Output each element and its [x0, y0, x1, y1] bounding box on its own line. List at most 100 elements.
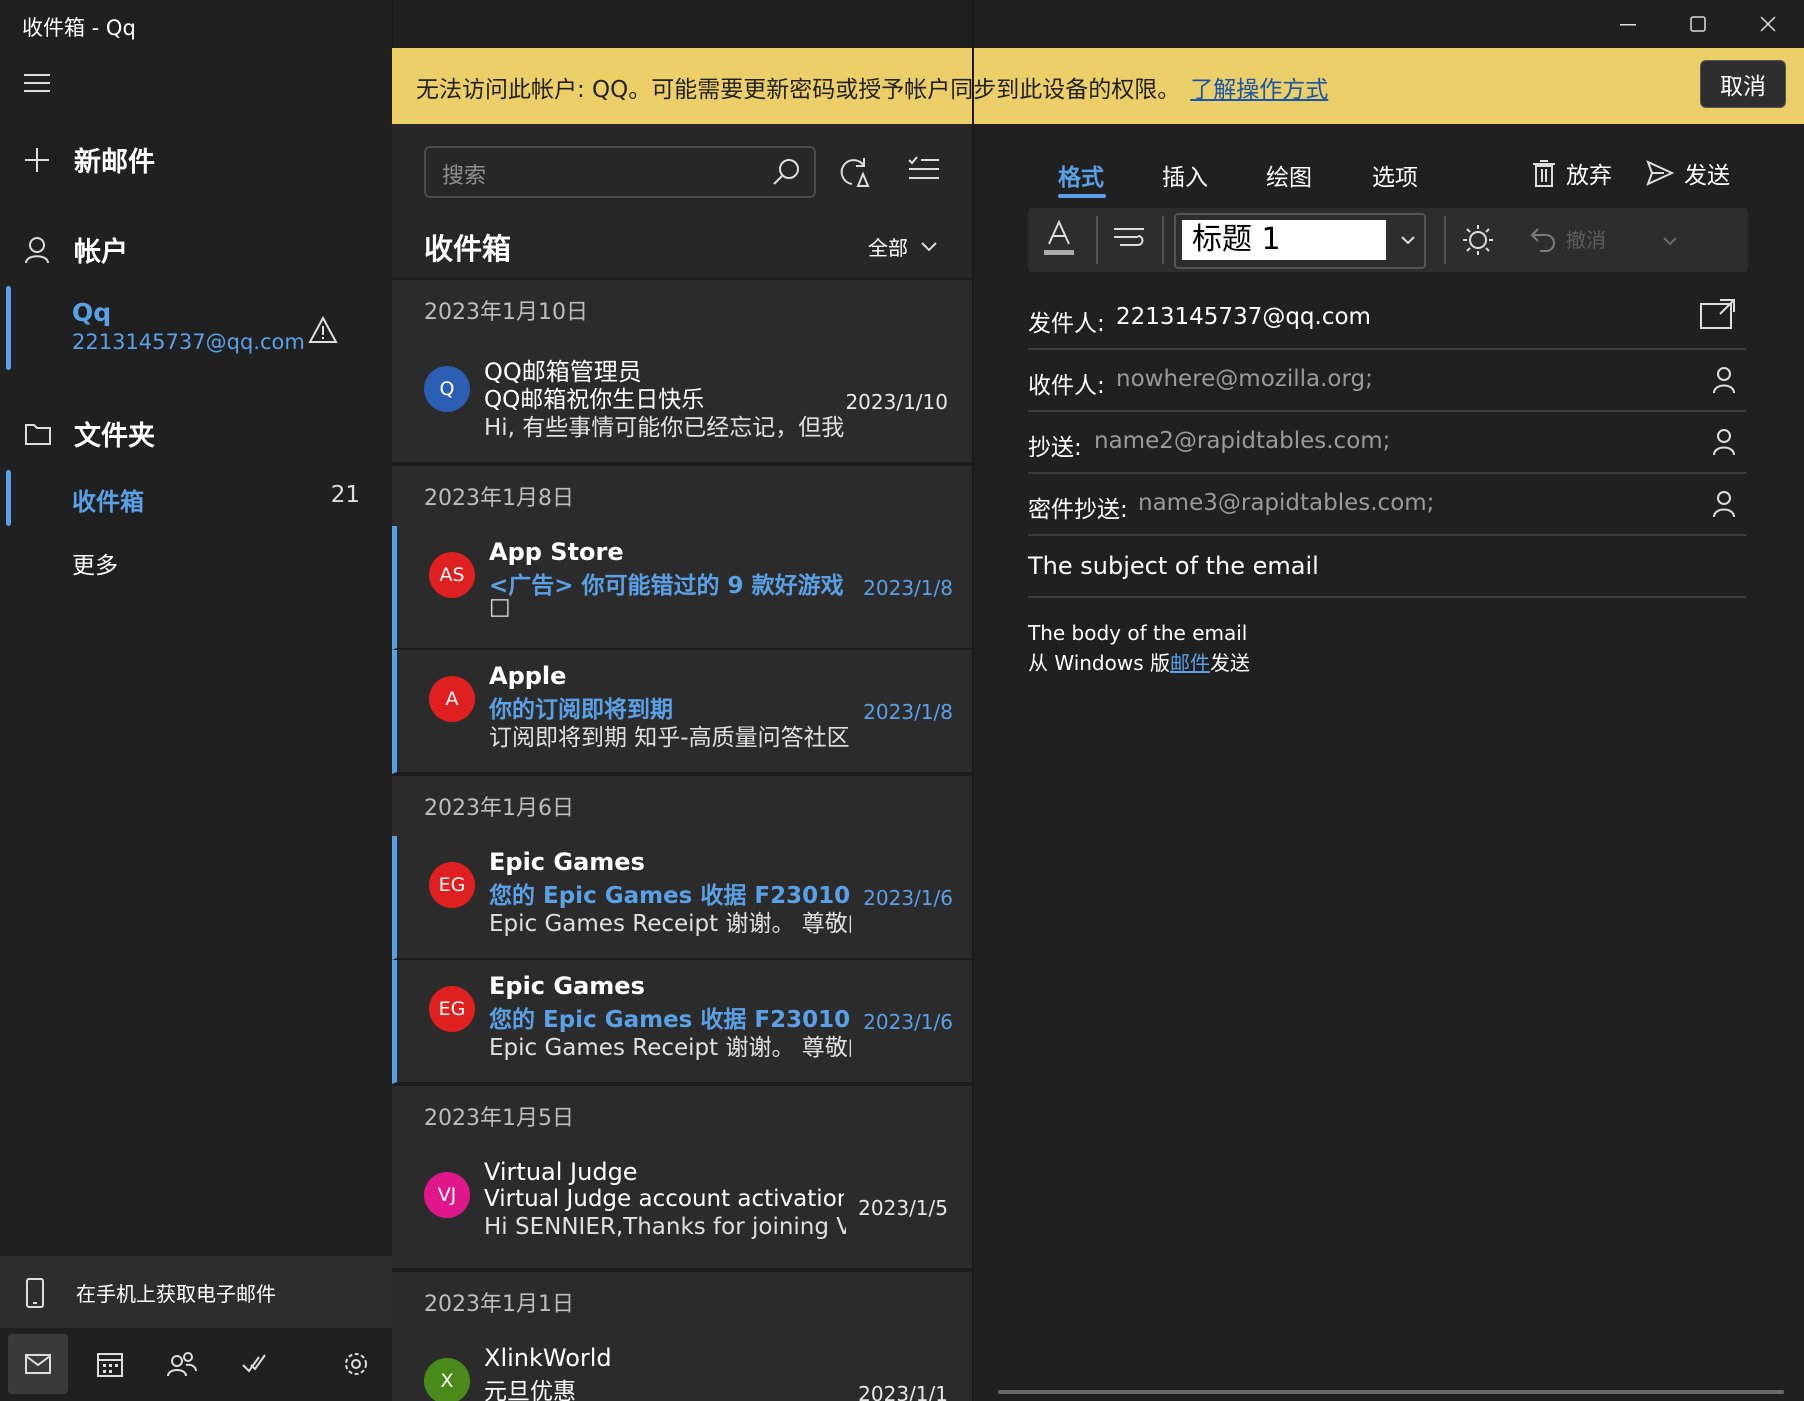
people-icon [167, 1352, 197, 1377]
avatar: Q [424, 366, 470, 412]
contact-picker-icon[interactable] [1712, 490, 1736, 518]
learn-how-link[interactable]: 了解操作方式 [1190, 77, 1328, 103]
cc-label: 抄送: [1028, 435, 1082, 461]
message-preview: Epic Games Receipt 谢谢。 尊敬的 [489, 1035, 851, 1061]
message-preview: Hi, 有些事情可能你已经忘记，但我 [484, 415, 845, 441]
banner-cancel-button[interactable]: 取消 [1700, 60, 1786, 108]
undo-button[interactable]: 撤消 [1528, 224, 1606, 253]
date-group-label: 2023年1月5日 [424, 1106, 574, 1131]
discard-button[interactable]: 放弃 [1532, 156, 1612, 190]
folder-icon [25, 423, 51, 445]
message-item[interactable]: VJ Virtual Judge Virtual Judge account a… [392, 1146, 974, 1270]
tab-options[interactable]: 选项 [1372, 158, 1418, 192]
warning-icon [308, 316, 338, 344]
from-value: 2213145737@qq.com [1116, 304, 1371, 330]
message-subject: Virtual Judge account activation [484, 1186, 844, 1212]
minimize-button[interactable] [1594, 0, 1662, 48]
chevron-down-icon [921, 241, 937, 251]
maximize-icon [1690, 16, 1706, 32]
date-group-header: 2023年1月8日 [392, 464, 974, 528]
close-button[interactable] [1734, 0, 1802, 48]
sync-icon [840, 158, 870, 187]
email-body[interactable]: The body of the email 从 Windows 版邮件发送 [1028, 618, 1746, 678]
themes-button[interactable] [1462, 224, 1494, 256]
checkmark-icon [242, 1354, 266, 1373]
message-item[interactable]: EG Epic Games 您的 Epic Games 收据 F23010613… [392, 960, 974, 1084]
window-title: 收件箱 - Qq [22, 16, 136, 40]
toolbar-divider [1096, 216, 1098, 264]
message-sender: Apple [489, 662, 567, 690]
send-button[interactable]: 发送 [1646, 156, 1730, 190]
message-item[interactable]: AS App Store <广告> 你可能错过的 9 款好游戏 □ 2023/1… [392, 526, 974, 650]
date-group-header: 2023年1月5日 [392, 1084, 974, 1148]
bcc-field[interactable]: 密件抄送: name3@rapidtables.com; [1028, 474, 1746, 536]
avatar: A [429, 676, 475, 722]
send-label: 发送 [1684, 163, 1730, 189]
mail-icon [25, 1354, 51, 1374]
account-item-qq[interactable]: Qq 2213145737@qq.com [0, 286, 392, 370]
people-app-button[interactable] [152, 1334, 212, 1394]
avatar: X [424, 1358, 470, 1401]
filter-dropdown[interactable]: 全部 [868, 232, 938, 261]
phone-promo-button[interactable]: 在手机上获取电子邮件 [0, 1256, 392, 1328]
pop-out-icon[interactable] [1700, 298, 1736, 330]
style-dropdown[interactable]: 标题 1 [1174, 213, 1426, 269]
hamburger-menu-icon[interactable] [24, 72, 52, 94]
account-warning-banner: 无法访问此帐户: QQ。可能需要更新密码或授予帐户同步到此设备的权限。 了解操作方… [392, 48, 1804, 124]
folder-title: 收件箱 [424, 232, 512, 266]
message-date: 2023/1/10 [845, 390, 948, 414]
contact-picker-icon[interactable] [1712, 366, 1736, 394]
mail-app-link[interactable]: 邮件 [1170, 651, 1210, 675]
to-value: nowhere@mozilla.org; [1116, 366, 1373, 392]
date-group-label: 2023年1月8日 [424, 486, 574, 511]
accounts-button[interactable]: 帐户 [24, 230, 128, 269]
settings-button[interactable] [326, 1334, 386, 1394]
message-list-pane: 搜索 收件箱 全部 2023年1月10日 Q QQ邮箱管理员 QQ邮箱祝你生日快… [392, 124, 974, 1401]
folder-item-more[interactable]: 更多 [72, 546, 118, 580]
message-item[interactable]: A Apple 你的订阅即将到期 订阅即将到期 知乎-高质量问答社区, 2023… [392, 650, 974, 774]
subject-field[interactable]: The subject of the email [1028, 536, 1746, 598]
avatar: EG [429, 986, 475, 1032]
message-subject: 元旦优惠 [484, 1379, 576, 1401]
maximize-button[interactable] [1664, 0, 1732, 48]
paragraph-button[interactable] [1114, 226, 1144, 252]
search-input[interactable]: 搜索 [424, 146, 816, 198]
calendar-app-button[interactable] [80, 1334, 140, 1394]
toolbar-divider [1162, 216, 1164, 264]
body-text: The body of the email [1028, 621, 1248, 645]
sync-button[interactable] [836, 154, 870, 188]
person-icon [25, 236, 49, 263]
tab-draw[interactable]: 绘图 [1266, 158, 1312, 192]
font-color-icon [1044, 220, 1074, 255]
signature-suffix: 发送 [1210, 651, 1250, 675]
cc-value: name2@rapidtables.com; [1094, 428, 1391, 454]
todo-app-button[interactable] [224, 1334, 284, 1394]
message-date: 2023/1/6 [863, 1010, 953, 1034]
mail-app-button[interactable] [8, 1334, 68, 1394]
message-item[interactable]: EG Epic Games 您的 Epic Games 收据 F23010613… [392, 836, 974, 960]
chevron-down-icon[interactable] [1662, 236, 1678, 246]
calendar-icon [97, 1353, 123, 1377]
tab-insert[interactable]: 插入 [1162, 158, 1208, 192]
message-item[interactable]: Q QQ邮箱管理员 QQ邮箱祝你生日快乐 Hi, 有些事情可能你已经忘记，但我 … [392, 340, 974, 464]
folder-item-inbox[interactable]: 收件箱 21 [0, 470, 392, 526]
tab-format[interactable]: 格式 [1058, 158, 1104, 192]
banner-message-container: 无法访问此帐户: QQ。可能需要更新密码或授予帐户同步到此设备的权限。 了解操作方… [416, 70, 1328, 104]
style-value: 标题 1 [1182, 220, 1386, 260]
from-label: 发件人: [1028, 311, 1105, 337]
search-icon[interactable] [772, 158, 800, 186]
account-email: 2213145737@qq.com [72, 330, 305, 354]
to-field[interactable]: 收件人: nowhere@mozilla.org; [1028, 350, 1746, 412]
from-field[interactable]: 发件人: 2213145737@qq.com [1028, 288, 1746, 350]
date-group-label: 2023年1月1日 [424, 1292, 574, 1317]
new-mail-button[interactable]: 新邮件 [24, 140, 155, 179]
sun-icon [1463, 225, 1493, 255]
folders-label: 文件夹 [74, 421, 155, 452]
cc-field[interactable]: 抄送: name2@rapidtables.com; [1028, 412, 1746, 474]
selection-mode-button[interactable] [908, 156, 940, 184]
message-item[interactable]: X XlinkWorld 元旦优惠 2023/1/1 [392, 1332, 974, 1401]
folders-button[interactable]: 文件夹 [24, 414, 155, 453]
horizontal-scrollbar[interactable] [998, 1390, 1784, 1394]
contact-picker-icon[interactable] [1712, 428, 1736, 456]
font-color-button[interactable] [1044, 220, 1074, 258]
